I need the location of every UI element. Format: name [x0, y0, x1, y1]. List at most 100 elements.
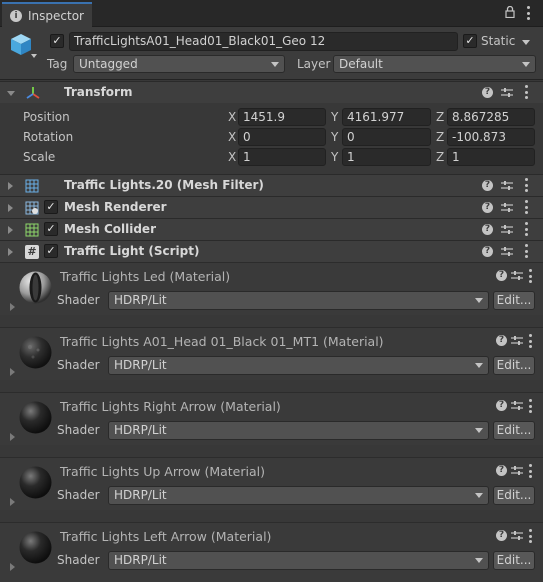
axis-x-label[interactable]: X — [228, 150, 236, 164]
traffic-light-script-header[interactable]: # ✓ Traffic Light (Script) ? — [0, 240, 543, 262]
active-checkbox[interactable]: ✓ — [50, 34, 64, 48]
material-preview-up-arrow[interactable] — [19, 466, 52, 499]
help-icon[interactable]: ? — [496, 335, 507, 346]
mesh-renderer-title: Mesh Renderer — [64, 200, 167, 214]
shader-dropdown[interactable]: HDRP/Lit — [108, 291, 489, 310]
transform-title: Transform — [64, 85, 133, 99]
material-preview-left-arrow[interactable] — [19, 531, 52, 564]
presets-icon[interactable] — [511, 530, 523, 541]
shader-dropdown[interactable]: HDRP/Lit — [108, 356, 489, 375]
axis-z-label[interactable]: Z — [436, 130, 444, 144]
shader-label: Shader — [57, 553, 100, 567]
axis-y-label[interactable]: Y — [331, 130, 338, 144]
component-menu-icon[interactable] — [524, 244, 528, 258]
foldout-closed-icon[interactable] — [10, 368, 15, 376]
rotation-z-field[interactable]: -100.873 — [447, 128, 535, 146]
foldout-closed-icon[interactable] — [10, 303, 15, 311]
static-checkbox[interactable]: ✓ — [463, 34, 477, 48]
edit-shader-button[interactable]: Edit... — [493, 551, 535, 570]
window-menu-icon[interactable] — [526, 6, 530, 20]
component-menu-icon[interactable] — [524, 222, 528, 236]
edit-shader-button[interactable]: Edit... — [493, 486, 535, 505]
presets-icon[interactable] — [511, 465, 523, 476]
help-icon[interactable]: ? — [482, 202, 493, 213]
presets-icon[interactable] — [501, 202, 513, 213]
help-icon[interactable]: ? — [496, 530, 507, 541]
position-y-field[interactable]: 4161.977 — [342, 108, 431, 126]
transform-header[interactable]: Transform ? — [0, 81, 543, 103]
component-menu-icon[interactable] — [528, 399, 532, 413]
mesh-renderer-header[interactable]: ✓ Mesh Renderer ? — [0, 196, 543, 218]
material-preview-right-arrow[interactable] — [19, 401, 52, 434]
mesh-filter-header[interactable]: Traffic Lights.20 (Mesh Filter) ? — [0, 174, 543, 196]
foldout-open-icon[interactable] — [7, 91, 15, 96]
shader-value: HDRP/Lit — [114, 358, 167, 372]
tag-dropdown[interactable]: Untagged — [73, 55, 285, 73]
script-enabled-checkbox[interactable]: ✓ — [44, 244, 58, 258]
component-menu-icon[interactable] — [524, 200, 528, 214]
component-menu-icon[interactable] — [524, 85, 528, 99]
lock-icon[interactable] — [505, 6, 515, 18]
material-preview-head[interactable] — [19, 336, 52, 369]
layer-dropdown[interactable]: Default — [333, 55, 536, 73]
foldout-closed-icon[interactable] — [8, 248, 13, 256]
shader-dropdown[interactable]: HDRP/Lit — [108, 551, 489, 570]
tab-inspector[interactable]: i Inspector — [2, 2, 92, 27]
component-menu-icon[interactable] — [524, 178, 528, 192]
foldout-closed-icon[interactable] — [8, 182, 13, 190]
help-icon[interactable]: ? — [482, 246, 493, 257]
gameobject-cube-icon[interactable] — [9, 32, 37, 60]
axis-y-label[interactable]: Y — [331, 110, 338, 124]
axis-y-label[interactable]: Y — [331, 150, 338, 164]
component-menu-icon[interactable] — [528, 529, 532, 543]
help-icon[interactable]: ? — [496, 270, 507, 281]
traffic-light-script-title: Traffic Light (Script) — [64, 244, 200, 258]
scale-z-field[interactable]: 1 — [447, 148, 535, 166]
rotation-y-field[interactable]: 0 — [342, 128, 431, 146]
help-icon[interactable]: ? — [482, 180, 493, 191]
presets-icon[interactable] — [511, 270, 523, 281]
mesh-collider-header[interactable]: ✓ Mesh Collider ? — [0, 218, 543, 240]
chevron-down-icon — [522, 62, 530, 67]
foldout-closed-icon[interactable] — [10, 433, 15, 441]
mesh-renderer-enabled-checkbox[interactable]: ✓ — [44, 200, 58, 214]
edit-shader-button[interactable]: Edit... — [493, 356, 535, 375]
rotation-x-field[interactable]: 0 — [238, 128, 326, 146]
component-menu-icon[interactable] — [528, 334, 532, 348]
scale-y-field[interactable]: 1 — [342, 148, 431, 166]
foldout-closed-icon[interactable] — [8, 226, 13, 234]
foldout-closed-icon[interactable] — [10, 498, 15, 506]
axis-z-label[interactable]: Z — [436, 150, 444, 164]
edit-shader-button[interactable]: Edit... — [493, 291, 535, 310]
mesh-collider-enabled-checkbox[interactable]: ✓ — [44, 222, 58, 236]
component-menu-icon[interactable] — [528, 269, 532, 283]
axis-z-label[interactable]: Z — [436, 110, 444, 124]
component-menu-icon[interactable] — [528, 464, 532, 478]
object-name-field[interactable]: TrafficLightsA01_Head01_Black01_Geo 12 — [69, 32, 458, 51]
foldout-closed-icon[interactable] — [10, 563, 15, 571]
position-x-field[interactable]: 1451.9 — [238, 108, 326, 126]
presets-icon[interactable] — [511, 400, 523, 411]
material-preview-led[interactable] — [19, 271, 52, 304]
help-icon[interactable]: ? — [482, 224, 493, 235]
presets-icon[interactable] — [511, 335, 523, 346]
help-icon[interactable]: ? — [496, 465, 507, 476]
shader-value: HDRP/Lit — [114, 423, 167, 437]
presets-icon[interactable] — [501, 180, 513, 191]
axis-x-label[interactable]: X — [228, 110, 236, 124]
scale-x-field[interactable]: 1 — [238, 148, 326, 166]
shader-dropdown[interactable]: HDRP/Lit — [108, 486, 489, 505]
tag-label: Tag — [47, 57, 68, 71]
axis-x-label[interactable]: X — [228, 130, 236, 144]
help-icon[interactable]: ? — [496, 400, 507, 411]
presets-icon[interactable] — [501, 246, 513, 257]
position-z-field[interactable]: 8.867285 — [447, 108, 535, 126]
edit-shader-button[interactable]: Edit... — [493, 421, 535, 440]
presets-icon[interactable] — [501, 224, 513, 235]
presets-icon[interactable] — [501, 87, 513, 98]
foldout-closed-icon[interactable] — [8, 204, 13, 212]
static-dropdown-icon[interactable] — [522, 40, 530, 46]
help-icon[interactable]: ? — [482, 87, 493, 98]
shader-dropdown[interactable]: HDRP/Lit — [108, 421, 489, 440]
chevron-down-icon — [475, 558, 483, 563]
